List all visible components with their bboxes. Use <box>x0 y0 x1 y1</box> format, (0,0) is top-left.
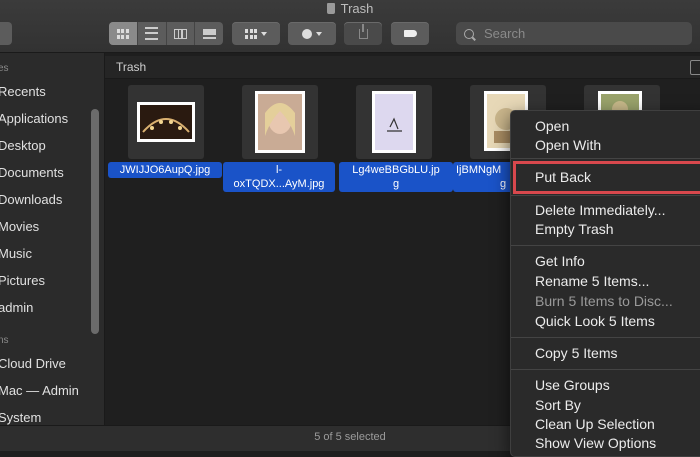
file-thumbnail-tile[interactable] <box>242 85 318 159</box>
sidebar-item-admin[interactable]: admin <box>0 300 33 315</box>
file-thumbnail <box>372 91 416 153</box>
trash-icon <box>326 3 335 14</box>
search-icon <box>464 28 474 39</box>
gear-icon <box>302 28 312 39</box>
menu-item-quick-look[interactable]: Quick Look 5 Items <box>535 313 655 329</box>
grid-icon <box>116 28 129 39</box>
file-thumbnail <box>137 102 195 142</box>
image-thumbnail <box>375 94 413 150</box>
column-view-button[interactable] <box>167 22 196 45</box>
menu-item-put-back[interactable]: Put Back <box>535 169 591 185</box>
tags-button[interactable] <box>391 22 429 45</box>
menu-item-open-with[interactable]: Open With <box>535 137 601 153</box>
chevron-down-icon <box>261 31 267 36</box>
file-name-label[interactable]: IjBMNgM g <box>453 162 517 192</box>
file-thumbnail <box>255 91 305 153</box>
menu-item-show-view-options[interactable]: Show View Options <box>535 435 656 451</box>
menu-separator <box>511 369 700 370</box>
menu-separator <box>511 245 700 246</box>
file-name-line: Lg4weBBGbLU.jp <box>352 164 440 176</box>
chevron-down-icon <box>316 31 322 36</box>
window-toolbar: Trash <box>0 0 700 53</box>
file-name-label[interactable]: l- oxTQDX...AyM.jpg <box>223 162 335 192</box>
image-thumbnail <box>258 94 302 150</box>
sidebar-item-pictures[interactable]: Pictures <box>0 273 45 288</box>
menu-item-copy[interactable]: Copy 5 Items <box>535 345 617 361</box>
gallery-view-button[interactable] <box>195 22 223 45</box>
sidebar-item-system[interactable]: System <box>0 410 41 425</box>
file-name-line: oxTQDX...AyM.jpg <box>233 178 325 190</box>
menu-item-burn: Burn 5 Items to Disc... <box>535 293 673 309</box>
sidebar-item-icloud-drive[interactable]: Cloud Drive <box>0 356 66 371</box>
menu-separator <box>511 158 700 159</box>
search-input[interactable] <box>482 25 666 42</box>
sidebar-item-recents[interactable]: Recents <box>0 84 46 99</box>
path-bar-label: Trash <box>116 60 147 74</box>
group-by-button[interactable] <box>232 22 280 45</box>
menu-item-use-groups[interactable]: Use Groups <box>535 377 610 393</box>
menu-separator <box>511 195 700 196</box>
share-button[interactable] <box>344 22 382 45</box>
menu-item-clean-up-selection[interactable]: Clean Up Selection <box>535 416 655 432</box>
file-name-line: IjBMNgM <box>456 164 502 176</box>
sidebar-item-movies[interactable]: Movies <box>0 219 39 234</box>
file-name-label[interactable]: Lg4weBBGbLU.jp g <box>339 162 453 192</box>
menu-item-delete-immediately[interactable]: Delete Immediately... <box>535 202 665 218</box>
sidebar-item-music[interactable]: Music <box>0 246 32 261</box>
sidebar-item-applications[interactable]: Applications <box>0 111 68 126</box>
menu-item-sort-by[interactable]: Sort By <box>535 397 581 413</box>
share-icon <box>358 23 368 39</box>
sidebar: es Recents Applications Desktop Document… <box>0 53 105 425</box>
tag-icon <box>403 30 417 37</box>
sidebar-locations-header: ns <box>0 335 9 346</box>
file-thumbnail-tile[interactable] <box>128 85 204 159</box>
image-thumbnail <box>140 105 192 139</box>
menu-item-get-info[interactable]: Get Info <box>535 253 585 269</box>
action-button[interactable] <box>288 22 336 45</box>
sidebar-item-desktop[interactable]: Desktop <box>0 138 46 153</box>
gallery-icon <box>202 28 216 39</box>
sidebar-scrollbar[interactable] <box>91 109 99 334</box>
group-grid-icon <box>245 28 257 39</box>
menu-separator <box>511 337 700 338</box>
list-icon <box>145 27 159 40</box>
menu-item-rename[interactable]: Rename 5 Items... <box>535 273 649 289</box>
window-title-text: Trash <box>340 1 374 16</box>
sidebar-item-mac-admin[interactable]: Mac — Admin <box>0 383 79 398</box>
file-thumbnail-tile[interactable] <box>356 85 432 159</box>
sidebar-favorites-header: es <box>0 63 9 74</box>
sidebar-item-documents[interactable]: Documents <box>0 165 64 180</box>
columns-icon <box>173 28 187 39</box>
menu-item-open[interactable]: Open <box>535 118 569 134</box>
sidebar-item-downloads[interactable]: Downloads <box>0 192 62 207</box>
path-bar: Trash <box>105 56 700 79</box>
file-name-line: g <box>392 178 400 190</box>
back-button[interactable] <box>0 22 12 45</box>
file-name-line: g <box>500 178 507 190</box>
menu-item-empty-trash[interactable]: Empty Trash <box>535 221 614 237</box>
icon-view-button[interactable] <box>109 22 138 45</box>
path-bar-button[interactable] <box>690 60 700 75</box>
context-menu: Open Open With Put Back Delete Immediate… <box>510 110 700 457</box>
search-field[interactable] <box>456 22 692 45</box>
file-name-label[interactable]: JWIJJO6AupQ.jpg <box>108 162 222 178</box>
window-title: Trash <box>0 0 700 18</box>
file-name-line: l- <box>275 164 283 176</box>
view-mode-selector[interactable] <box>109 22 223 45</box>
file-name-line: JWIJJO6AupQ.jpg <box>119 164 211 176</box>
list-view-button[interactable] <box>138 22 167 45</box>
